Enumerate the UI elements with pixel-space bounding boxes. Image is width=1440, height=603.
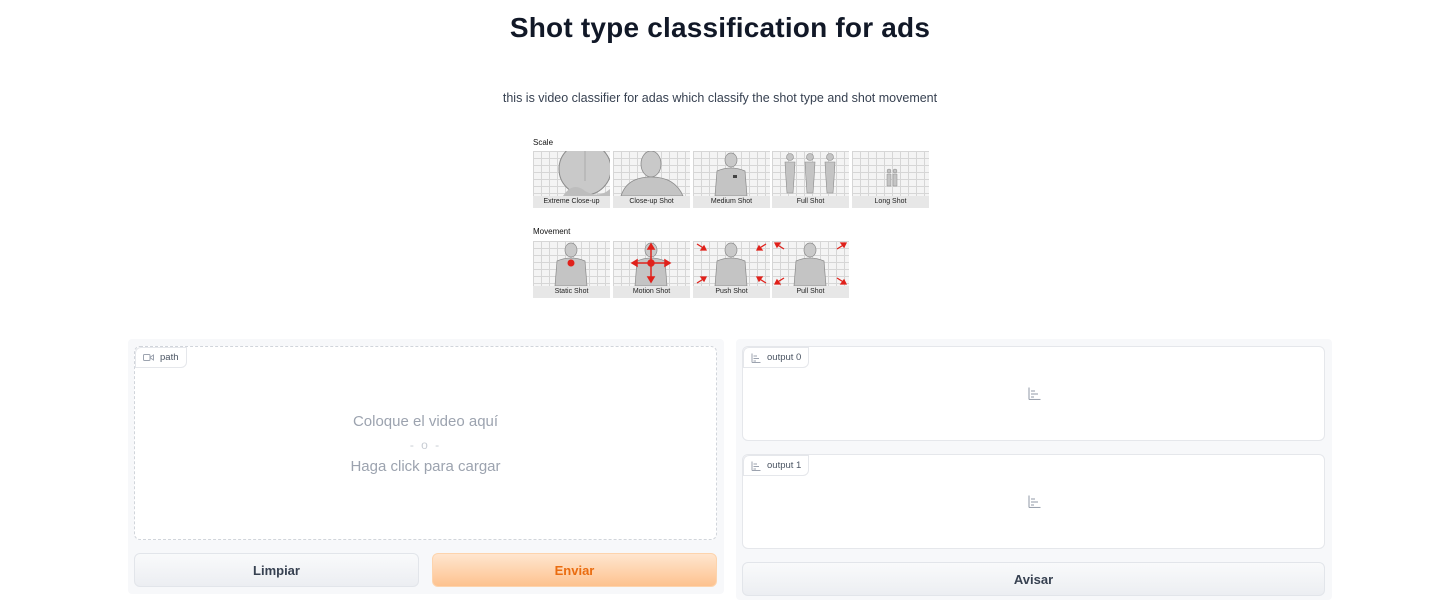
flag-button[interactable]: Avisar	[742, 562, 1325, 596]
thumb-caption: Static Shot	[533, 286, 610, 298]
output-panel: output 0 output 1 Avisar	[736, 339, 1332, 600]
thumb-pull-shot: Pull Shot	[772, 241, 849, 299]
movement-section-label: Movement	[533, 227, 571, 236]
label-chart-icon	[751, 353, 761, 363]
thumb-motion-shot: Motion Shot	[613, 241, 690, 299]
page-description: this is video classifier for adas which …	[502, 91, 938, 105]
input-panel: path Coloque el video aquí - o - Haga cl…	[128, 339, 724, 594]
thumb-caption: Medium Shot	[693, 196, 770, 208]
thumb-caption: Long Shot	[852, 196, 929, 208]
output-1-box: output 1	[742, 454, 1325, 549]
video-upload-dropzone[interactable]: path Coloque el video aquí - o - Haga cl…	[134, 346, 717, 540]
thumb-caption: Pull Shot	[772, 286, 849, 298]
thumb-full-shot: Full Shot	[772, 151, 849, 209]
thumb-caption: Push Shot	[693, 286, 770, 298]
output-0-label-chip: output 0	[743, 347, 810, 368]
drop-line-1: Coloque el video aquí	[352, 413, 499, 430]
thumb-close-up: Close-up Shot	[613, 151, 690, 209]
output-0-label: output 0	[767, 352, 802, 363]
output-1-label: output 1	[767, 460, 802, 471]
drop-or: - o -	[409, 437, 442, 452]
thumb-long-shot: Long Shot	[852, 151, 929, 209]
thumb-medium-shot: Medium Shot	[693, 151, 770, 209]
input-label-chip: path	[135, 347, 187, 368]
scale-section-label: Scale	[533, 138, 554, 147]
label-chart-icon	[751, 461, 761, 471]
thumb-caption: Extreme Close-up	[533, 196, 610, 208]
label-chart-icon	[1028, 495, 1041, 513]
thumb-push-shot: Push Shot	[693, 241, 770, 299]
thumb-caption: Full Shot	[772, 196, 849, 208]
label-chart-icon	[1028, 387, 1041, 405]
submit-button[interactable]: Enviar	[432, 553, 717, 587]
drop-line-2: Haga click para cargar	[350, 458, 501, 475]
dropzone-instructions: Coloque el video aquí - o - Haga click p…	[135, 411, 716, 479]
thumb-static-shot: Static Shot	[533, 241, 610, 299]
video-icon	[143, 353, 154, 362]
output-1-label-chip: output 1	[743, 455, 810, 476]
clear-button[interactable]: Limpiar	[134, 553, 419, 587]
input-label: path	[160, 352, 179, 363]
thumb-caption: Motion Shot	[613, 286, 690, 298]
output-0-box: output 0	[742, 346, 1325, 441]
thumb-extreme-close-up: Extreme Close-up	[533, 151, 610, 209]
page-title: Shot type classification for ads	[509, 12, 931, 43]
thumb-caption: Close-up Shot	[613, 196, 690, 208]
shot-types-illustration: Scale Extreme Close-up Close-up Shot Med…	[530, 136, 932, 302]
